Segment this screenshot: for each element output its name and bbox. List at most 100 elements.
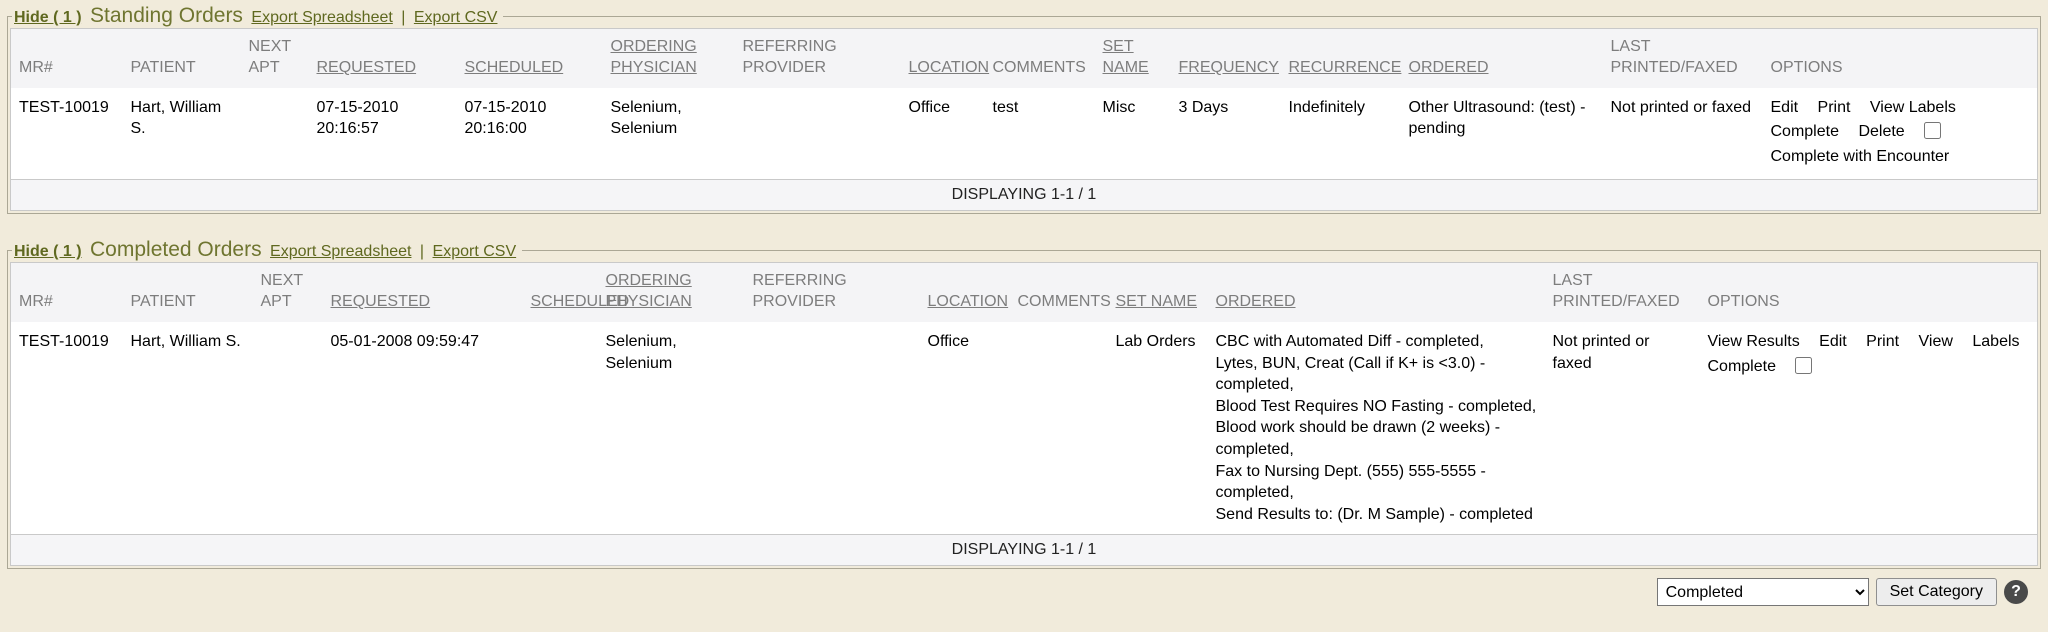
col-header-requested[interactable]: REQUESTED: [323, 263, 523, 322]
cell-requested: 07-15-2010 20:16:57: [309, 88, 457, 180]
col-header-patient: PATIENT: [123, 29, 241, 88]
cell-mr: TEST-10019: [11, 88, 123, 180]
cell-referring-provider: [735, 88, 901, 180]
standing-order-checkbox[interactable]: [1924, 122, 1941, 139]
col-header-requested[interactable]: REQUESTED: [309, 29, 457, 88]
col-header-ordering-physician[interactable]: ORDERING PHYSICIAN: [603, 29, 735, 88]
print-link[interactable]: Print: [1818, 99, 1851, 116]
col-header-mr: MR#: [11, 29, 123, 88]
view-labels-link[interactable]: View Labels: [1870, 99, 1956, 116]
col-header-next-apt: NEXT APT: [241, 29, 309, 88]
col-header-location[interactable]: LOCATION: [901, 29, 985, 88]
edit-link[interactable]: Edit: [1771, 99, 1799, 116]
col-header-recurrence[interactable]: RECURRENCE: [1281, 29, 1401, 88]
col-header-scheduled[interactable]: SCHEDULED: [523, 263, 598, 322]
cell-scheduled: 07-15-2010 20:16:00: [457, 88, 603, 180]
completed-hide-link[interactable]: Hide ( 1 ): [14, 243, 82, 260]
col-header-patient: PATIENT: [123, 263, 253, 322]
delete-link[interactable]: Delete: [1858, 123, 1904, 140]
completed-export-csv-link[interactable]: Export CSV: [433, 243, 517, 260]
legend-separator: |: [401, 9, 405, 26]
cell-location: Office: [920, 322, 1010, 535]
cell-requested: 05-01-2008 09:59:47: [323, 322, 523, 535]
standing-orders-title: Standing Orders: [90, 4, 243, 27]
col-header-next-apt: NEXT APT: [253, 263, 323, 322]
cell-referring-provider: [745, 322, 920, 535]
legend-separator: |: [420, 243, 424, 260]
cell-scheduled: [523, 322, 598, 535]
cell-options: View Results Edit Print View Labels Comp…: [1700, 322, 2038, 535]
cell-comments: test: [985, 88, 1095, 180]
standing-export-spreadsheet-link[interactable]: Export Spreadsheet: [251, 9, 392, 26]
cell-last-printed-faxed: Not printed or faxed: [1545, 322, 1700, 535]
cell-next-apt: [253, 322, 323, 535]
category-select[interactable]: Completed: [1657, 578, 1869, 606]
completed-orders-table: MR# PATIENT NEXT APT REQUESTED SCHEDULED…: [10, 262, 2038, 566]
standing-header-row: MR# PATIENT NEXT APT REQUESTED SCHEDULED…: [11, 29, 2038, 88]
col-header-comments: COMMENTS: [1010, 263, 1108, 322]
cell-ordered: Other Ultrasound: (test) - pending: [1401, 88, 1603, 180]
view-results-link[interactable]: View Results: [1708, 333, 1800, 350]
standing-orders-legend: Hide ( 1 ) Standing Orders Export Spread…: [12, 4, 503, 28]
cell-mr: TEST-10019: [11, 322, 123, 535]
standing-order-row: TEST-10019 Hart, William S. 07-15-2010 2…: [11, 88, 2038, 180]
complete-with-encounter-link[interactable]: Complete with Encounter: [1771, 148, 1950, 165]
col-header-location[interactable]: LOCATION: [920, 263, 1010, 322]
orders-page: Hide ( 1 ) Standing Orders Export Spread…: [0, 0, 2048, 606]
col-header-last-printed-faxed: LAST PRINTED/FAXED: [1603, 29, 1763, 88]
col-header-options: OPTIONS: [1763, 29, 2038, 88]
completed-order-row: TEST-10019 Hart, William S. 05-01-2008 0…: [11, 322, 2038, 535]
standing-hide-link[interactable]: Hide ( 1 ): [14, 9, 82, 26]
col-header-set-name[interactable]: SET NAME: [1108, 263, 1208, 322]
col-header-referring-provider: REFERRING PROVIDER: [745, 263, 920, 322]
cell-patient: Hart, William S.: [123, 88, 241, 180]
standing-orders-section: Hide ( 1 ) Standing Orders Export Spread…: [7, 4, 2041, 214]
help-icon[interactable]: ?: [2004, 580, 2028, 604]
standing-pager-row: DISPLAYING 1-1 / 1: [11, 180, 2038, 211]
cell-ordered: CBC with Automated Diff - completed, Lyt…: [1208, 322, 1545, 535]
col-header-last-printed-faxed: LAST PRINTED/FAXED: [1545, 263, 1700, 322]
cell-patient: Hart, William S.: [123, 322, 253, 535]
col-header-mr: MR#: [11, 263, 123, 322]
cell-frequency: 3 Days: [1171, 88, 1281, 180]
col-header-comments: COMMENTS: [985, 29, 1095, 88]
completed-orders-title: Completed Orders: [90, 238, 262, 261]
edit-link[interactable]: Edit: [1819, 333, 1847, 350]
standing-orders-table: MR# PATIENT NEXT APT REQUESTED SCHEDULED…: [10, 28, 2038, 211]
cell-ordering-physician: Selenium, Selenium: [603, 88, 735, 180]
complete-link[interactable]: Complete: [1708, 358, 1776, 375]
cell-last-printed-faxed: Not printed or faxed: [1603, 88, 1763, 180]
completed-header-row: MR# PATIENT NEXT APT REQUESTED SCHEDULED…: [11, 263, 2038, 322]
completed-orders-legend: Hide ( 1 ) Completed Orders Export Sprea…: [12, 238, 522, 262]
completed-displaying-label: DISPLAYING 1-1 / 1: [11, 535, 2038, 566]
col-header-ordering-physician[interactable]: ORDERING PHYSICIAN: [598, 263, 745, 322]
completed-orders-section: Hide ( 1 ) Completed Orders Export Sprea…: [7, 238, 2041, 569]
cell-location: Office: [901, 88, 985, 180]
cell-set-name: Lab Orders: [1108, 322, 1208, 535]
standing-export-csv-link[interactable]: Export CSV: [414, 9, 498, 26]
completed-export-spreadsheet-link[interactable]: Export Spreadsheet: [270, 243, 411, 260]
labels-link[interactable]: Labels: [1972, 333, 2019, 350]
complete-link[interactable]: Complete: [1771, 123, 1839, 140]
col-header-referring-provider: REFERRING PROVIDER: [735, 29, 901, 88]
completed-order-checkbox[interactable]: [1795, 357, 1812, 374]
standing-displaying-label: DISPLAYING 1-1 / 1: [11, 180, 2038, 211]
cell-comments: [1010, 322, 1108, 535]
col-header-options: OPTIONS: [1700, 263, 2038, 322]
cell-recurrence: Indefinitely: [1281, 88, 1401, 180]
col-header-set-name[interactable]: SET NAME: [1095, 29, 1171, 88]
cell-options: Edit Print View Labels Complete Delete C…: [1763, 88, 2038, 180]
set-category-button[interactable]: Set Category: [1876, 578, 1997, 606]
cell-next-apt: [241, 88, 309, 180]
category-controls: Completed Set Category ?: [7, 578, 2041, 606]
col-header-ordered[interactable]: ORDERED: [1401, 29, 1603, 88]
col-header-scheduled[interactable]: SCHEDULED: [457, 29, 603, 88]
ordered-items-list: CBC with Automated Diff - completed, Lyt…: [1216, 331, 1537, 525]
cell-ordering-physician: Selenium, Selenium: [598, 322, 745, 535]
cell-set-name: Misc: [1095, 88, 1171, 180]
print-link[interactable]: Print: [1866, 333, 1899, 350]
col-header-frequency[interactable]: FREQUENCY: [1171, 29, 1281, 88]
completed-pager-row: DISPLAYING 1-1 / 1: [11, 535, 2038, 566]
view-link[interactable]: View: [1919, 333, 1953, 350]
col-header-ordered[interactable]: ORDERED: [1208, 263, 1545, 322]
